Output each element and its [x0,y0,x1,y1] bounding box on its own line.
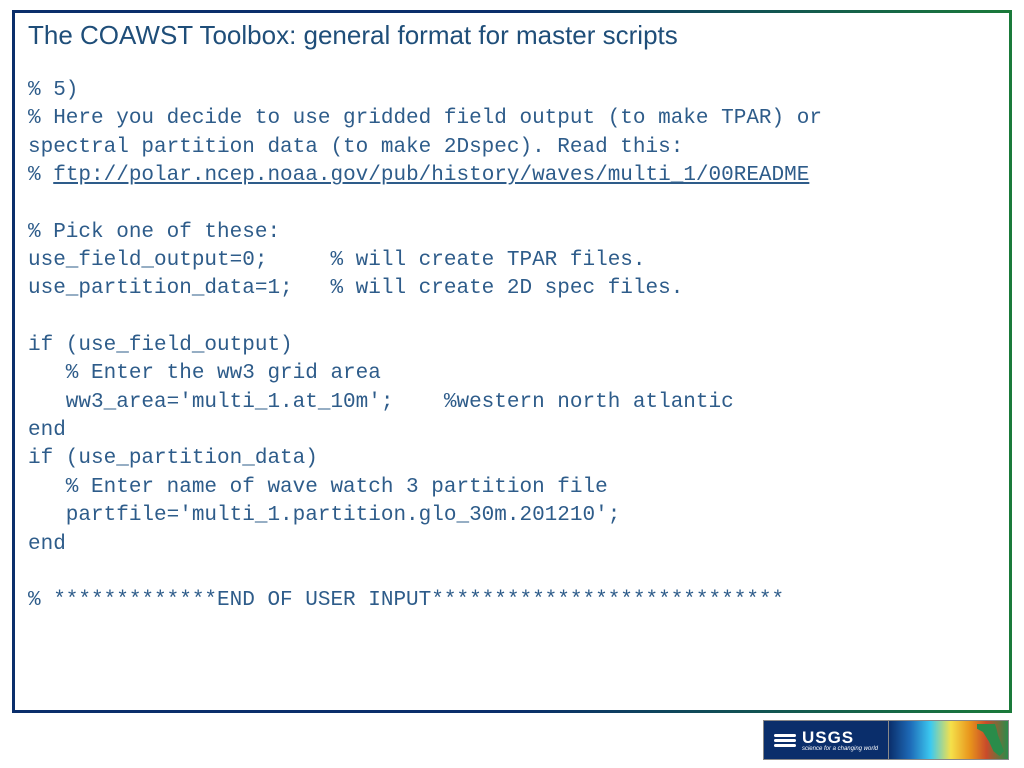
code-line: % [28,164,53,187]
code-line: % Enter the ww3 grid area [28,362,381,385]
usgs-text: USGS science for a changing world [802,729,878,752]
slide-title: The COAWST Toolbox: general format for m… [28,20,996,51]
color-band [889,720,1009,760]
usgs-tagline: science for a changing world [802,746,878,752]
code-line: if (use_field_output) [28,334,293,357]
code-line: end [28,533,66,556]
code-line: % Here you decide to use gridded field o… [28,107,822,130]
code-line: partfile='multi_1.partition.glo_30m.2012… [28,504,620,527]
code-line: end [28,419,66,442]
usgs-name: USGS [802,729,878,746]
code-line: use_partition_data=1; % will create 2D s… [28,277,683,300]
code-line: % *************END OF USER INPUT********… [28,589,784,612]
code-line: % 5) [28,79,78,102]
code-line: use_field_output=0; % will create TPAR f… [28,249,646,272]
code-line: ww3_area='multi_1.at_10m'; %western nort… [28,391,734,414]
usgs-wave-icon [774,729,796,751]
code-line: % Enter name of wave watch 3 partition f… [28,476,608,499]
code-line: spectral partition data (to make 2Dspec)… [28,136,683,159]
code-block: % 5) % Here you decide to use gridded fi… [28,77,996,616]
code-line: % Pick one of these: [28,221,280,244]
footer-logos: USGS science for a changing world [763,720,1009,760]
readme-link[interactable]: ftp://polar.ncep.noaa.gov/pub/history/wa… [53,164,809,187]
content-area: The COAWST Toolbox: general format for m… [28,20,996,616]
usgs-logo: USGS science for a changing world [763,720,889,760]
code-line: if (use_partition_data) [28,447,318,470]
